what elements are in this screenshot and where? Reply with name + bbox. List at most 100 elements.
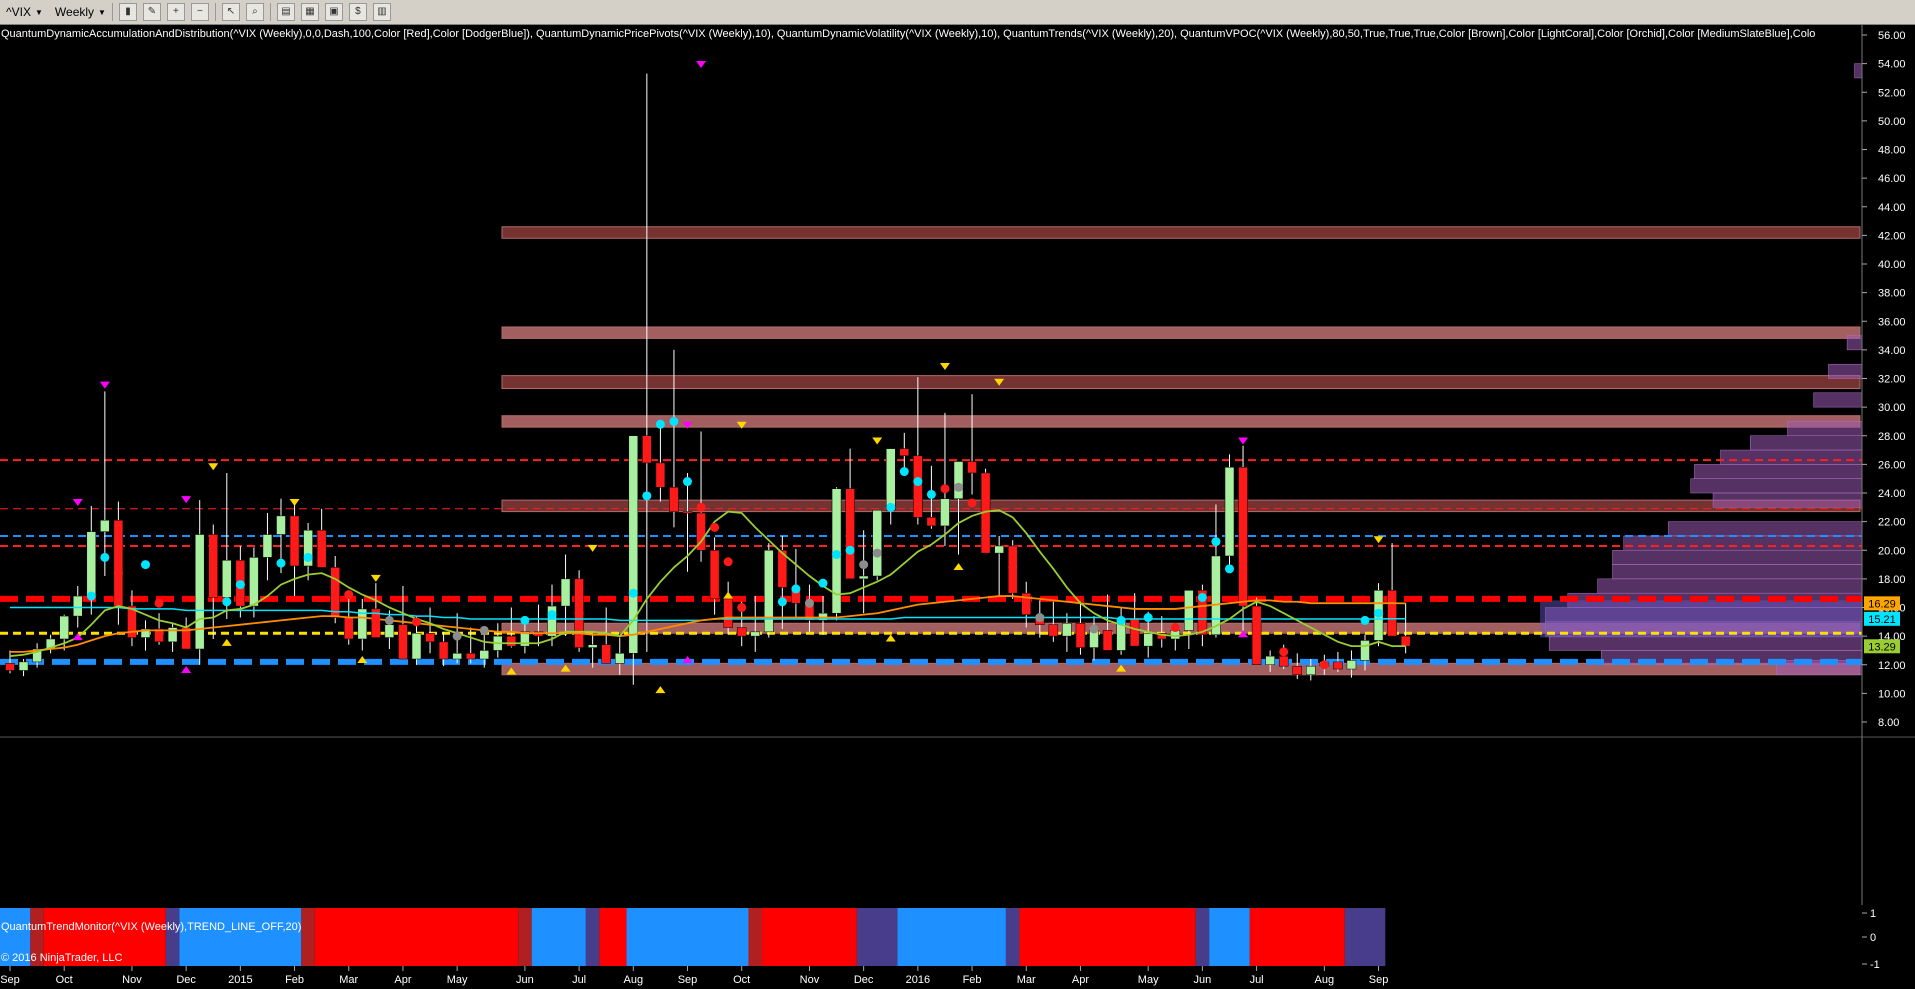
time-axis-label: Oct [56, 974, 73, 986]
volatility-dot [940, 484, 950, 494]
candle-body [926, 517, 937, 527]
time-axis-label: Sep [0, 974, 20, 986]
time-axis-label: Apr [1072, 974, 1089, 986]
volatility-dot [655, 419, 665, 429]
instrument-selector[interactable]: ^VIX ▼ [6, 5, 43, 19]
trend-monitor-segment [179, 908, 302, 966]
vpoc-histogram-bar [1828, 363, 1863, 379]
price-axis-label: 52.00 [1878, 87, 1906, 99]
candle-body [560, 578, 571, 607]
time-axis-label: 2015 [228, 974, 252, 986]
volatility-dot [845, 545, 855, 555]
toolbar-separator [269, 3, 271, 21]
candle-body [1062, 622, 1072, 637]
volatility-dot [967, 498, 977, 508]
candle-body [1238, 466, 1248, 607]
price-chart[interactable]: 10-1 8.0010.0012.0014.0016.0018.0020.002… [0, 25, 1915, 989]
candle-body [669, 487, 679, 512]
price-axis-label: 50.00 [1878, 116, 1906, 128]
volatility-dot [710, 522, 720, 532]
candle-body [953, 461, 964, 499]
volatility-dot [628, 588, 638, 598]
trend-monitor-segment [748, 908, 763, 966]
price-axis-label: 22.00 [1878, 517, 1906, 529]
candle-body [73, 595, 83, 617]
candle-body [913, 455, 923, 518]
price-axis-label: 30.00 [1878, 402, 1906, 414]
volatility-dot [818, 578, 828, 588]
resistance-zone [501, 326, 1861, 339]
volatility-dot [235, 580, 245, 590]
dollar-icon[interactable]: $ [348, 3, 367, 21]
panel-a-icon[interactable]: ▤ [276, 3, 295, 21]
properties-icon[interactable]: ▥ [372, 3, 391, 21]
candle-body [452, 653, 462, 660]
volatility-dot [1360, 615, 1370, 625]
cursor-icon[interactable]: ↖ [221, 3, 240, 21]
volatility-dot [696, 502, 706, 512]
candle-body [723, 598, 733, 628]
trend-monitor-segment [599, 908, 627, 966]
time-axis-label: Aug [1315, 974, 1335, 986]
candle-body [384, 624, 395, 638]
time-axis-label: Feb [963, 974, 982, 986]
candle-body [425, 633, 435, 643]
volatility-dot [1279, 647, 1289, 657]
price-axis-label: 18.00 [1878, 574, 1906, 586]
bar-style-icon[interactable]: ▮ [118, 3, 137, 21]
trend-monitor-segment [1209, 908, 1250, 966]
time-axis-label: May [1138, 974, 1159, 986]
vpoc-histogram-bar [1854, 63, 1863, 79]
panel-b-icon[interactable]: ▦ [300, 3, 319, 21]
candle-body [1102, 630, 1113, 651]
candle-body [642, 435, 652, 464]
time-axis-label: Nov [122, 974, 142, 986]
zoom-out-icon[interactable]: − [190, 3, 209, 21]
volatility-dot [669, 416, 679, 426]
candle-body [899, 448, 910, 457]
price-axis-label: 8.00 [1878, 717, 1899, 729]
candle-body [289, 515, 300, 567]
magnify-icon[interactable]: ⌕ [245, 3, 264, 21]
vpoc-histogram-bar [1612, 564, 1863, 580]
panel-c-icon[interactable]: ▣ [324, 3, 343, 21]
trend-monitor-segment [531, 908, 586, 966]
candle-body [1400, 635, 1411, 647]
candle-body [438, 641, 449, 660]
period-selector[interactable]: Weekly ▼ [55, 5, 106, 19]
candle-body [587, 644, 598, 648]
candle-body [1278, 655, 1289, 667]
volatility-dot [1116, 615, 1126, 625]
trend-monitor-segment [856, 908, 898, 966]
draw-pencil-icon[interactable]: ✎ [142, 3, 161, 21]
candle-body [1224, 466, 1235, 557]
vpoc-histogram-bar [1694, 464, 1863, 479]
candle-body [1184, 590, 1194, 631]
chevron-down-icon: ▼ [34, 7, 43, 17]
volatility-dot [737, 603, 747, 612]
trend-monitor-segment [1344, 908, 1386, 966]
instrument-symbol: ^VIX [6, 5, 31, 19]
time-axis-label: Apr [394, 974, 411, 986]
trend-monitor-segment [1249, 908, 1345, 966]
trend-monitor-segment [897, 908, 1006, 966]
volatility-dot [1197, 592, 1207, 602]
price-axis-label: 42.00 [1878, 230, 1906, 242]
zoom-in-icon[interactable]: + [166, 3, 185, 21]
vpoc-histogram-bar [1813, 392, 1863, 408]
time-axis-label: Jul [1250, 974, 1264, 986]
volatility-dot [954, 482, 963, 492]
candle-body [967, 461, 977, 474]
trend-monitor-segment [626, 908, 749, 966]
price-marker-value: 13.29 [1868, 641, 1896, 653]
vpoc-histogram-bar [1690, 478, 1863, 494]
lower-axis-label: 0 [1870, 932, 1876, 944]
price-axis-label: 24.00 [1878, 488, 1906, 500]
volatility-dot [412, 617, 421, 627]
vpoc-histogram-bar [1846, 335, 1863, 351]
candle-body [682, 511, 693, 514]
candle-body [113, 519, 124, 607]
trend-monitor-segment [301, 908, 315, 966]
indicator-label: QuantumDynamicAccumulationAndDistributio… [1, 28, 1815, 40]
volatility-dot [1211, 537, 1221, 547]
